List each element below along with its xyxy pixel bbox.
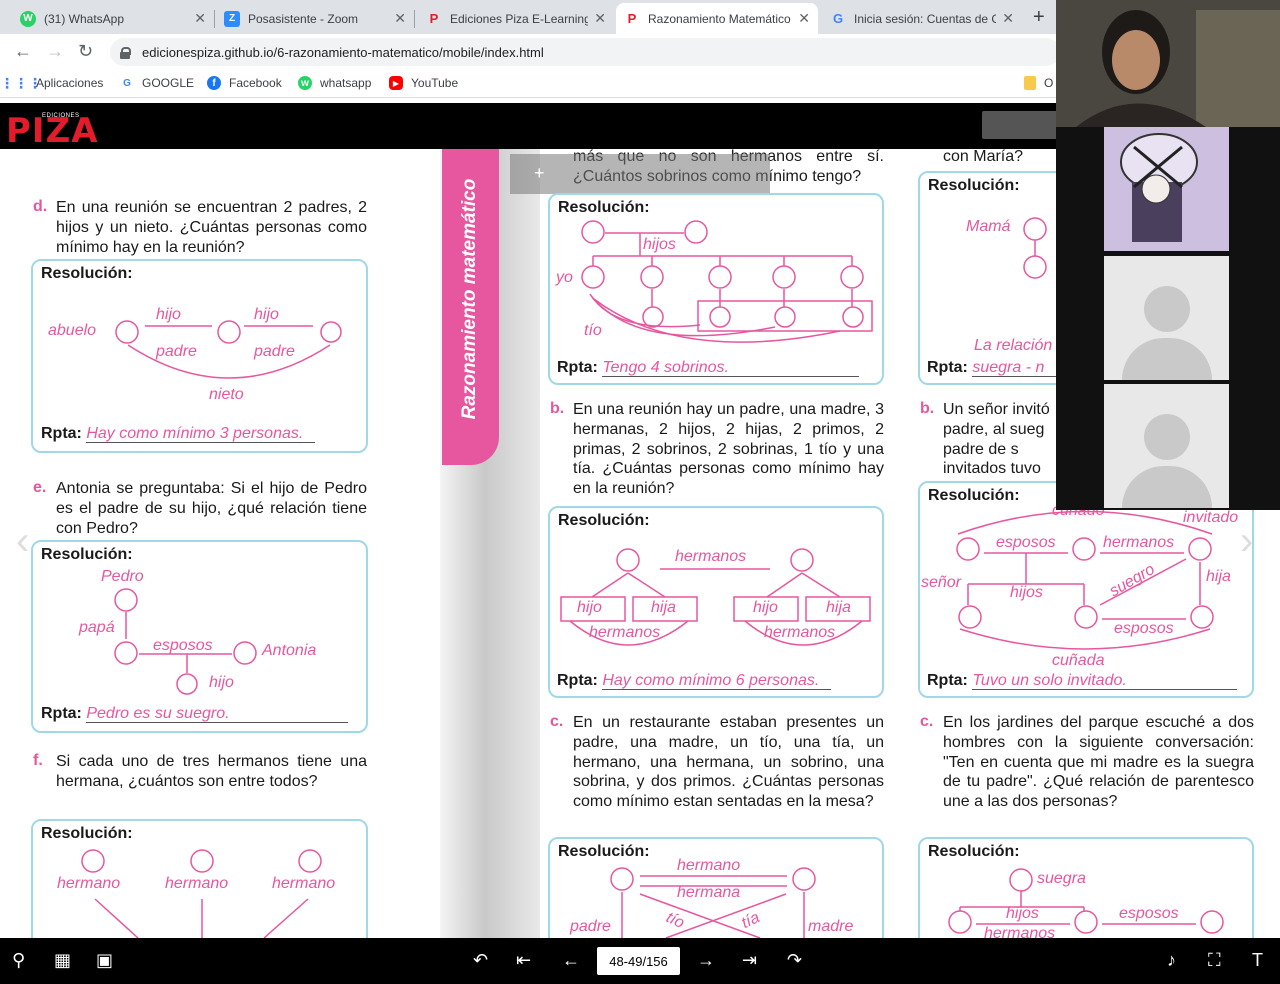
prev-page-arrow-icon[interactable]: ‹ [16,519,29,564]
bookmark-label: YouTube [411,76,459,90]
avatar-body [1122,466,1212,508]
thumbnails-grid-icon[interactable]: ▦ [54,950,71,971]
zoom-icon: Z [224,10,240,27]
zoom-icon[interactable]: ⚲ [12,950,25,971]
piza-icon: P [429,11,439,26]
first-page-icon[interactable]: ⇤ [516,950,531,971]
google-icon: G [832,11,844,26]
label-hermanos: hermanos [984,925,1056,938]
table-of-contents-icon[interactable]: ▣ [96,950,113,971]
folder-icon [1024,76,1036,90]
close-icon[interactable]: ✕ [798,10,810,27]
avatar-icon [1144,414,1190,460]
rewind-icon[interactable]: ↶ [473,950,488,971]
piza-logo[interactable]: EDICIONES PIZA [6,109,98,149]
close-icon[interactable]: ✕ [1002,10,1014,27]
forward-icon[interactable]: → [46,41,64,62]
participant-avatar-image [1104,127,1229,251]
tab-title: (31) WhatsApp [44,11,125,26]
next-page-arrow-icon[interactable]: › [1240,519,1253,564]
address-bar[interactable]: edicionespiza.github.io/6-razonamiento-m… [110,38,1060,66]
text-icon[interactable]: T [1252,950,1263,971]
participant-video [1056,0,1280,127]
tab-separator [214,10,215,28]
facebook-icon: f [207,76,221,90]
bookmark-label: GOOGLE [142,76,195,90]
whatsapp-icon: w [298,76,312,90]
tab-title: Razonamiento Matemático [648,11,791,26]
tab-razonamiento[interactable]: P Razonamiento Matemático ✕ [616,3,818,34]
youtube-icon: ▶ [389,76,403,90]
previous-page-icon[interactable]: ← [562,950,580,971]
next-page-icon[interactable]: → [697,950,715,971]
participant-tile-placeholder[interactable] [1104,256,1229,380]
lock-icon [120,46,131,59]
label-esposos: esposos [1119,905,1179,922]
tab-whatsapp[interactable]: W (31) WhatsApp ✕ [12,3,214,34]
bookmark-label: O [1044,76,1054,90]
tab-title: Ediciones Piza E-Learning [450,11,589,26]
bookmark-apps[interactable]: ⋮⋮⋮ Aplicaciones [0,74,104,91]
bookmark-facebook[interactable]: f Facebook [207,76,282,90]
logo-text: PIZA [6,111,99,151]
avatar-body [1122,338,1212,380]
apps-grid-icon: ⋮⋮⋮ [0,74,42,91]
tab-title: Inicia sesión: Cuentas de Google [854,11,997,26]
url-text: edicionespiza.github.io/6-razonamiento-m… [142,44,544,60]
fullscreen-icon[interactable]: ⛶ [1208,950,1221,971]
tab-piza-elearning[interactable]: P Ediciones Piza E-Learning ✕ [418,3,614,34]
last-page-icon[interactable]: ⇥ [742,950,757,971]
label-hijos: hijos [1006,905,1039,922]
back-icon[interactable]: ← [14,41,32,62]
bookmark-youtube[interactable]: ▶ YouTube [389,76,458,90]
bookmark-folder[interactable]: O [1024,76,1053,90]
label-suegra: suegra [1037,870,1086,887]
viewer-bottom-toolbar: ⚲ ▦ ▣ ↶ ⇤ ← 48-49/156 → ⇥ ↷ ♪ ⛶ T [0,938,1280,984]
sound-icon[interactable]: ♪ [1167,950,1176,971]
close-icon[interactable]: ✕ [394,10,406,27]
bookmark-google[interactable]: G GOOGLE [120,76,194,90]
tab-separator [414,10,415,28]
reload-icon[interactable]: ↻ [78,41,93,62]
close-icon[interactable]: ✕ [594,10,606,27]
close-icon[interactable]: ✕ [194,10,206,27]
participant-tile-avatar[interactable] [1104,127,1229,251]
piza-icon: P [627,11,637,26]
tab-google-login[interactable]: G Inicia sesión: Cuentas de Google ✕ [822,3,1022,34]
whatsapp-icon: W [20,10,36,27]
forward-icon[interactable]: ↷ [787,950,802,971]
participant-tile-placeholder[interactable] [1104,384,1229,508]
tab-zoom[interactable]: Z Posasistente - Zoom ✕ [216,3,414,34]
page-number-input[interactable]: 48-49/156 [597,947,680,975]
video-participant-main [1056,0,1280,127]
tab-title: Posasistente - Zoom [248,11,359,26]
google-icon: G [123,77,131,89]
bookmark-whatsapp[interactable]: w whatsapp [298,76,371,90]
bookmark-label: Aplicaciones [36,76,104,90]
bookmark-label: whatsapp [320,76,372,90]
new-tab-icon[interactable]: + [1033,6,1045,29]
bookmark-label: Facebook [229,76,282,90]
avatar-icon [1144,286,1190,332]
